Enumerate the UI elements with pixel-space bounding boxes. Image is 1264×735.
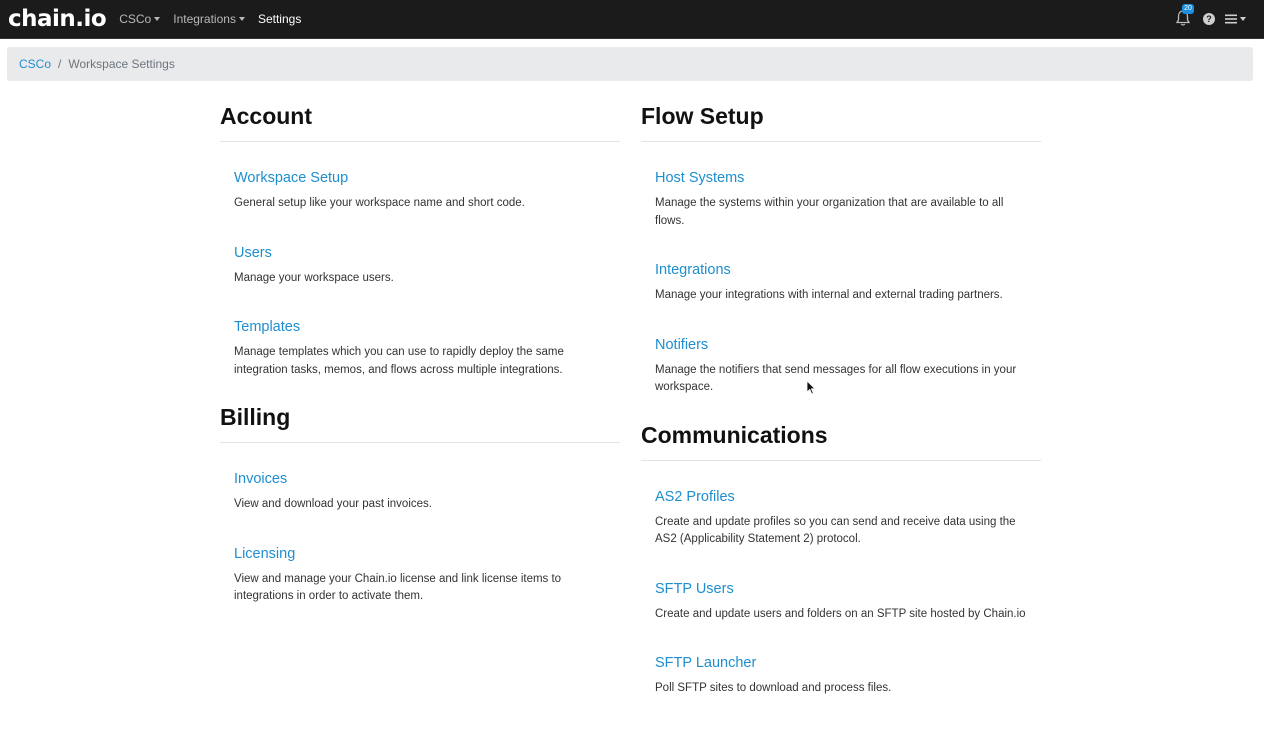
- invoices-link[interactable]: Invoices: [234, 469, 620, 489]
- sftp-launcher-link[interactable]: SFTP Launcher: [655, 653, 1041, 673]
- item-description: Manage templates which you can use to ra…: [234, 346, 564, 376]
- nav-menu-csco[interactable]: CSCo: [119, 0, 161, 38]
- nav-menu-settings[interactable]: Settings: [258, 0, 301, 38]
- notifiers-link[interactable]: Notifiers: [655, 335, 1041, 355]
- licensing-link[interactable]: Licensing: [234, 544, 620, 564]
- item-description: Create and update users and folders on a…: [655, 607, 1026, 620]
- hamburger-menu-icon: [1225, 14, 1237, 24]
- help-icon[interactable]: ?: [1203, 13, 1215, 25]
- nav-menu-settings-label: Settings: [257, 12, 302, 26]
- item-description: Manage the notifiers that send messages …: [655, 363, 1017, 394]
- notifications-button[interactable]: 20: [1175, 4, 1194, 29]
- breadcrumb-link-csco[interactable]: CSCo: [19, 57, 51, 71]
- item-description: View and download your past invoices.: [234, 498, 432, 510]
- settings-item-notifiers: Notifiers Manage the notifiers that send…: [641, 335, 1041, 397]
- section-title-billing: Billing: [220, 401, 620, 443]
- section-title-flow-setup: Flow Setup: [641, 100, 1041, 142]
- users-link[interactable]: Users: [234, 243, 620, 263]
- brand-text: chain.io: [8, 6, 107, 32]
- right-column: Flow Setup Host Systems Manage the syste…: [641, 100, 1041, 698]
- settings-item-workspace-setup: Workspace Setup General setup like your …: [220, 168, 620, 213]
- host-systems-link[interactable]: Host Systems: [655, 168, 1041, 188]
- item-description: Poll SFTP sites to download and process …: [655, 682, 892, 694]
- top-navbar: chain.io CSCo Integrations Settings 20 ?: [0, 0, 1264, 39]
- caret-down-icon: [1240, 17, 1246, 21]
- item-description: Manage the systems within your organizat…: [655, 197, 1004, 227]
- settings-item-templates: Templates Manage templates which you can…: [220, 317, 620, 379]
- notification-count-badge: 20: [1182, 4, 1194, 14]
- item-description: Create and update profiles so you can se…: [655, 515, 1016, 546]
- mouse-cursor-icon: [806, 380, 816, 395]
- nav-menu-integrations[interactable]: Integrations: [173, 0, 245, 38]
- navbar-right-controls: 20 ?: [1175, 0, 1246, 38]
- nav-menu-integrations-label: Integrations: [173, 12, 236, 26]
- settings-item-licensing: Licensing View and manage your Chain.io …: [220, 544, 620, 606]
- item-description: View and manage your Chain.io license an…: [234, 572, 562, 603]
- settings-item-sftp-launcher: SFTP Launcher Poll SFTP sites to downloa…: [641, 653, 1041, 698]
- settings-item-as2-profiles: AS2 Profiles Create and update profiles …: [641, 487, 1041, 549]
- breadcrumb-separator: /: [58, 57, 62, 71]
- caret-down-icon: [154, 17, 161, 21]
- templates-link[interactable]: Templates: [234, 317, 620, 337]
- integrations-link[interactable]: Integrations: [655, 260, 1041, 280]
- settings-item-sftp-users: SFTP Users Create and update users and f…: [641, 579, 1041, 624]
- settings-item-users: Users Manage your workspace users.: [220, 243, 620, 288]
- breadcrumb: CSCo / Workspace Settings: [7, 47, 1253, 81]
- breadcrumb-current: Workspace Settings: [68, 57, 175, 71]
- settings-item-host-systems: Host Systems Manage the systems within y…: [641, 168, 1041, 230]
- as2-profiles-link[interactable]: AS2 Profiles: [655, 487, 1041, 507]
- caret-down-icon: [238, 17, 245, 21]
- nav-menu-csco-label: CSCo: [119, 12, 152, 26]
- settings-item-integrations: Integrations Manage your integrations wi…: [641, 260, 1041, 305]
- user-menu-button[interactable]: [1225, 14, 1246, 24]
- sftp-users-link[interactable]: SFTP Users: [655, 579, 1041, 599]
- section-title-communications: Communications: [641, 419, 1041, 461]
- section-title-account: Account: [220, 100, 620, 142]
- item-description: Manage your workspace users.: [234, 271, 394, 284]
- left-column: Account Workspace Setup General setup li…: [220, 100, 620, 606]
- brand-logo[interactable]: chain.io: [8, 0, 107, 38]
- item-description: General setup like your workspace name a…: [234, 197, 525, 209]
- workspace-setup-link[interactable]: Workspace Setup: [234, 168, 620, 188]
- item-description: Manage your integrations with internal a…: [655, 289, 1003, 301]
- settings-item-invoices: Invoices View and download your past inv…: [220, 469, 620, 514]
